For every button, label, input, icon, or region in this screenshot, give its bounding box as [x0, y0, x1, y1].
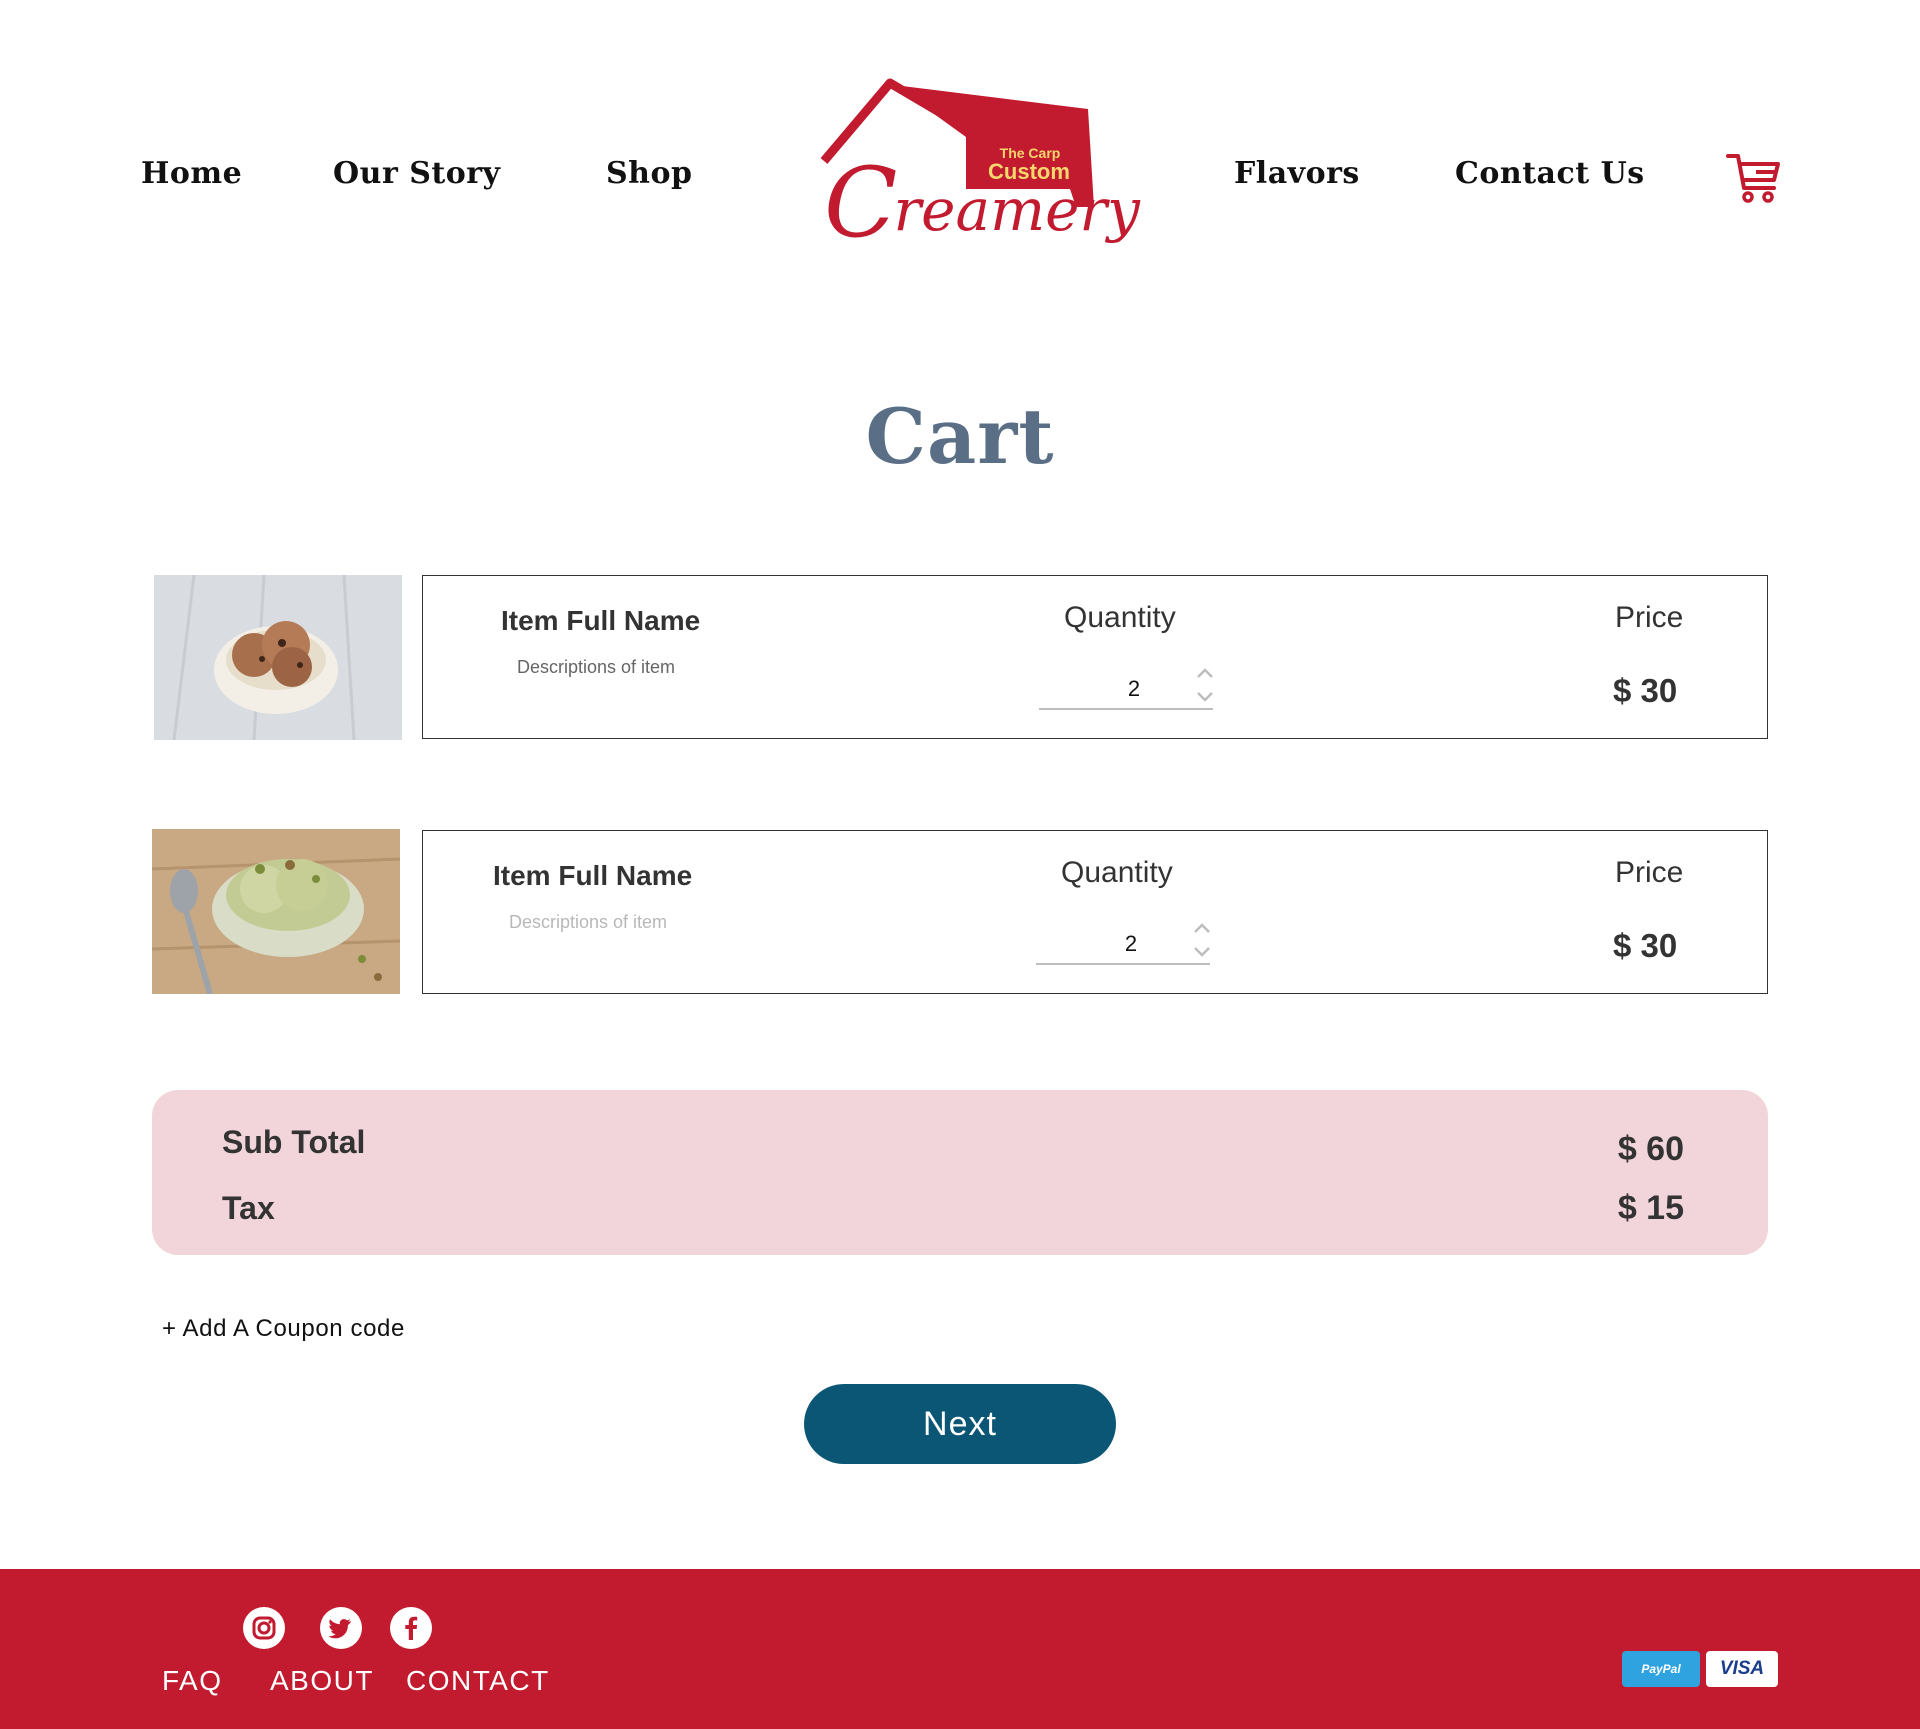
- chevron-down-icon[interactable]: [1192, 945, 1212, 959]
- instagram-icon[interactable]: [243, 1607, 285, 1649]
- quantity-value[interactable]: 2: [1119, 676, 1149, 702]
- item-description: Descriptions of item: [509, 912, 668, 932]
- footer-link-faq[interactable]: FAQ: [162, 1665, 223, 1697]
- logo-text-creamery: Creamery: [824, 147, 1140, 259]
- quantity-stepper[interactable]: 2: [1039, 662, 1213, 710]
- add-coupon-link[interactable]: + Add A Coupon code: [162, 1315, 405, 1343]
- next-button[interactable]: Next: [804, 1384, 1116, 1464]
- chevron-up-icon[interactable]: [1195, 666, 1215, 680]
- facebook-icon[interactable]: [390, 1607, 432, 1649]
- item-name: Item Full Name: [501, 605, 701, 636]
- nav-our-story[interactable]: Our Story: [333, 156, 500, 191]
- tax-label: Tax: [222, 1190, 275, 1226]
- nav-contact-us[interactable]: Contact Us: [1455, 156, 1645, 191]
- quantity-value[interactable]: 2: [1116, 931, 1146, 957]
- price-label: Price: [1615, 856, 1684, 889]
- cart-item-card: Item Full Name Descriptions of item Quan…: [422, 575, 1768, 739]
- quantity-label: Quantity: [1064, 601, 1176, 634]
- item-description: Descriptions of item: [517, 657, 676, 677]
- tax-value: $ 15: [1617, 1189, 1684, 1227]
- price-label: Price: [1615, 601, 1684, 634]
- footer-link-contact[interactable]: CONTACT: [406, 1665, 550, 1697]
- chevron-down-icon[interactable]: [1195, 690, 1215, 704]
- cart-item-card: Item Full Name Descriptions of item Quan…: [422, 830, 1768, 994]
- twitter-icon[interactable]: [320, 1607, 362, 1649]
- quantity-stepper[interactable]: 2: [1036, 917, 1210, 965]
- item-image-pistachio-ice-cream: [152, 829, 400, 994]
- chevron-up-icon[interactable]: [1192, 921, 1212, 935]
- subtotal-value: $ 60: [1617, 1130, 1684, 1168]
- footer-link-about[interactable]: ABOUT: [270, 1665, 374, 1697]
- logo-creamery-initial: C: [824, 147, 898, 259]
- subtotal-label: Sub Total: [222, 1124, 366, 1160]
- creamery-logo[interactable]: The Carp Custom Creamery: [820, 75, 1140, 275]
- nav-home[interactable]: Home: [141, 156, 242, 191]
- quantity-label: Quantity: [1061, 856, 1173, 889]
- item-name: Item Full Name: [493, 860, 693, 891]
- item-price: $ 30: [1613, 927, 1678, 964]
- visa-badge: VISA: [1706, 1651, 1778, 1687]
- page-title: Cart: [865, 392, 1055, 481]
- nav-shop[interactable]: Shop: [606, 156, 692, 191]
- site-footer: FAQ ABOUT CONTACT PayPal VISA: [0, 1569, 1920, 1729]
- nav-flavors[interactable]: Flavors: [1234, 156, 1360, 191]
- item-image-chocolate-ice-cream: [154, 575, 402, 740]
- paypal-badge: PayPal: [1622, 1651, 1700, 1687]
- logo-creamery-rest: reamery: [893, 176, 1140, 244]
- shopping-cart-icon[interactable]: [1726, 152, 1782, 204]
- order-totals-panel: Sub Total $ 60 Tax $ 15: [152, 1090, 1768, 1255]
- item-price: $ 30: [1613, 672, 1678, 709]
